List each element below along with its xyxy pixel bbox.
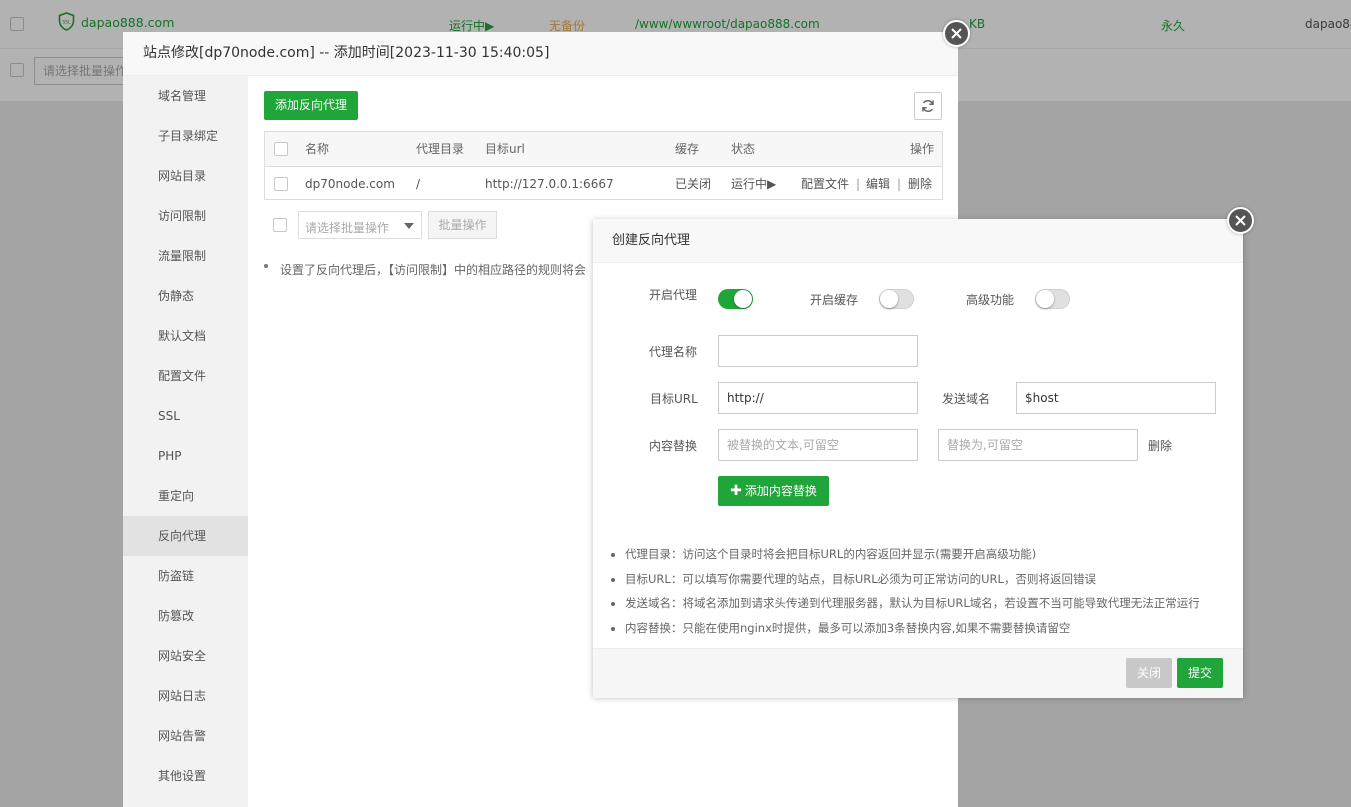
send-host-label: 发送域名 <box>942 392 991 406</box>
plus-icon: ✚ <box>730 483 742 499</box>
tip-item: 目标URL：可以填写你需要代理的站点，目标URL必须为可正常访问的URL，否则将… <box>625 567 1255 592</box>
enable-proxy-toggle[interactable] <box>718 289 753 309</box>
dialog-footer: 关闭 提交 <box>593 648 1243 698</box>
add-content-replace-button[interactable]: ✚ 添加内容替换 <box>718 476 829 506</box>
replace-to-input[interactable] <box>938 429 1138 461</box>
help-tips: 代理目录：访问这个目录时将会把目标URL的内容返回并显示(需要开启高级功能) 目… <box>609 542 1255 640</box>
tip-item: 内容替换：只能在使用nginx时提供，最多可以添加3条替换内容,如果不需要替换请… <box>625 616 1255 641</box>
enable-cache-toggle[interactable] <box>879 289 914 309</box>
target-url-input[interactable] <box>718 382 918 414</box>
proxy-dialog-close-button[interactable] <box>1227 207 1254 234</box>
close-icon <box>1235 215 1246 226</box>
advanced-label: 高级功能 <box>966 293 1015 307</box>
replace-delete-link[interactable]: 删除 <box>1148 439 1172 453</box>
replace-from-input[interactable] <box>718 429 918 461</box>
tip-item: 代理目录：访问这个目录时将会把目标URL的内容返回并显示(需要开启高级功能) <box>625 542 1255 567</box>
tip-item: 发送域名：将域名添加到请求头传递到代理服务器，默认为目标URL域名，若设置不当可… <box>625 591 1255 616</box>
advanced-toggle[interactable] <box>1035 289 1070 309</box>
proxy-name-label: 代理名称 <box>649 345 698 359</box>
enable-cache-label: 开启缓存 <box>810 293 859 307</box>
send-host-input[interactable] <box>1016 382 1216 414</box>
create-proxy-dialog: 创建反向代理 开启代理 开启缓存 高级功能 代理名称 目标URL 发送域名 内容… <box>593 219 1243 698</box>
enable-proxy-label: 开启代理 <box>649 288 698 302</box>
dialog-title: 创建反向代理 <box>593 219 1243 263</box>
target-url-label: 目标URL <box>650 392 698 406</box>
submit-button[interactable]: 提交 <box>1177 658 1223 688</box>
close-button[interactable]: 关闭 <box>1126 658 1172 688</box>
proxy-name-input[interactable] <box>718 335 918 367</box>
content-replace-label: 内容替换 <box>649 439 698 453</box>
